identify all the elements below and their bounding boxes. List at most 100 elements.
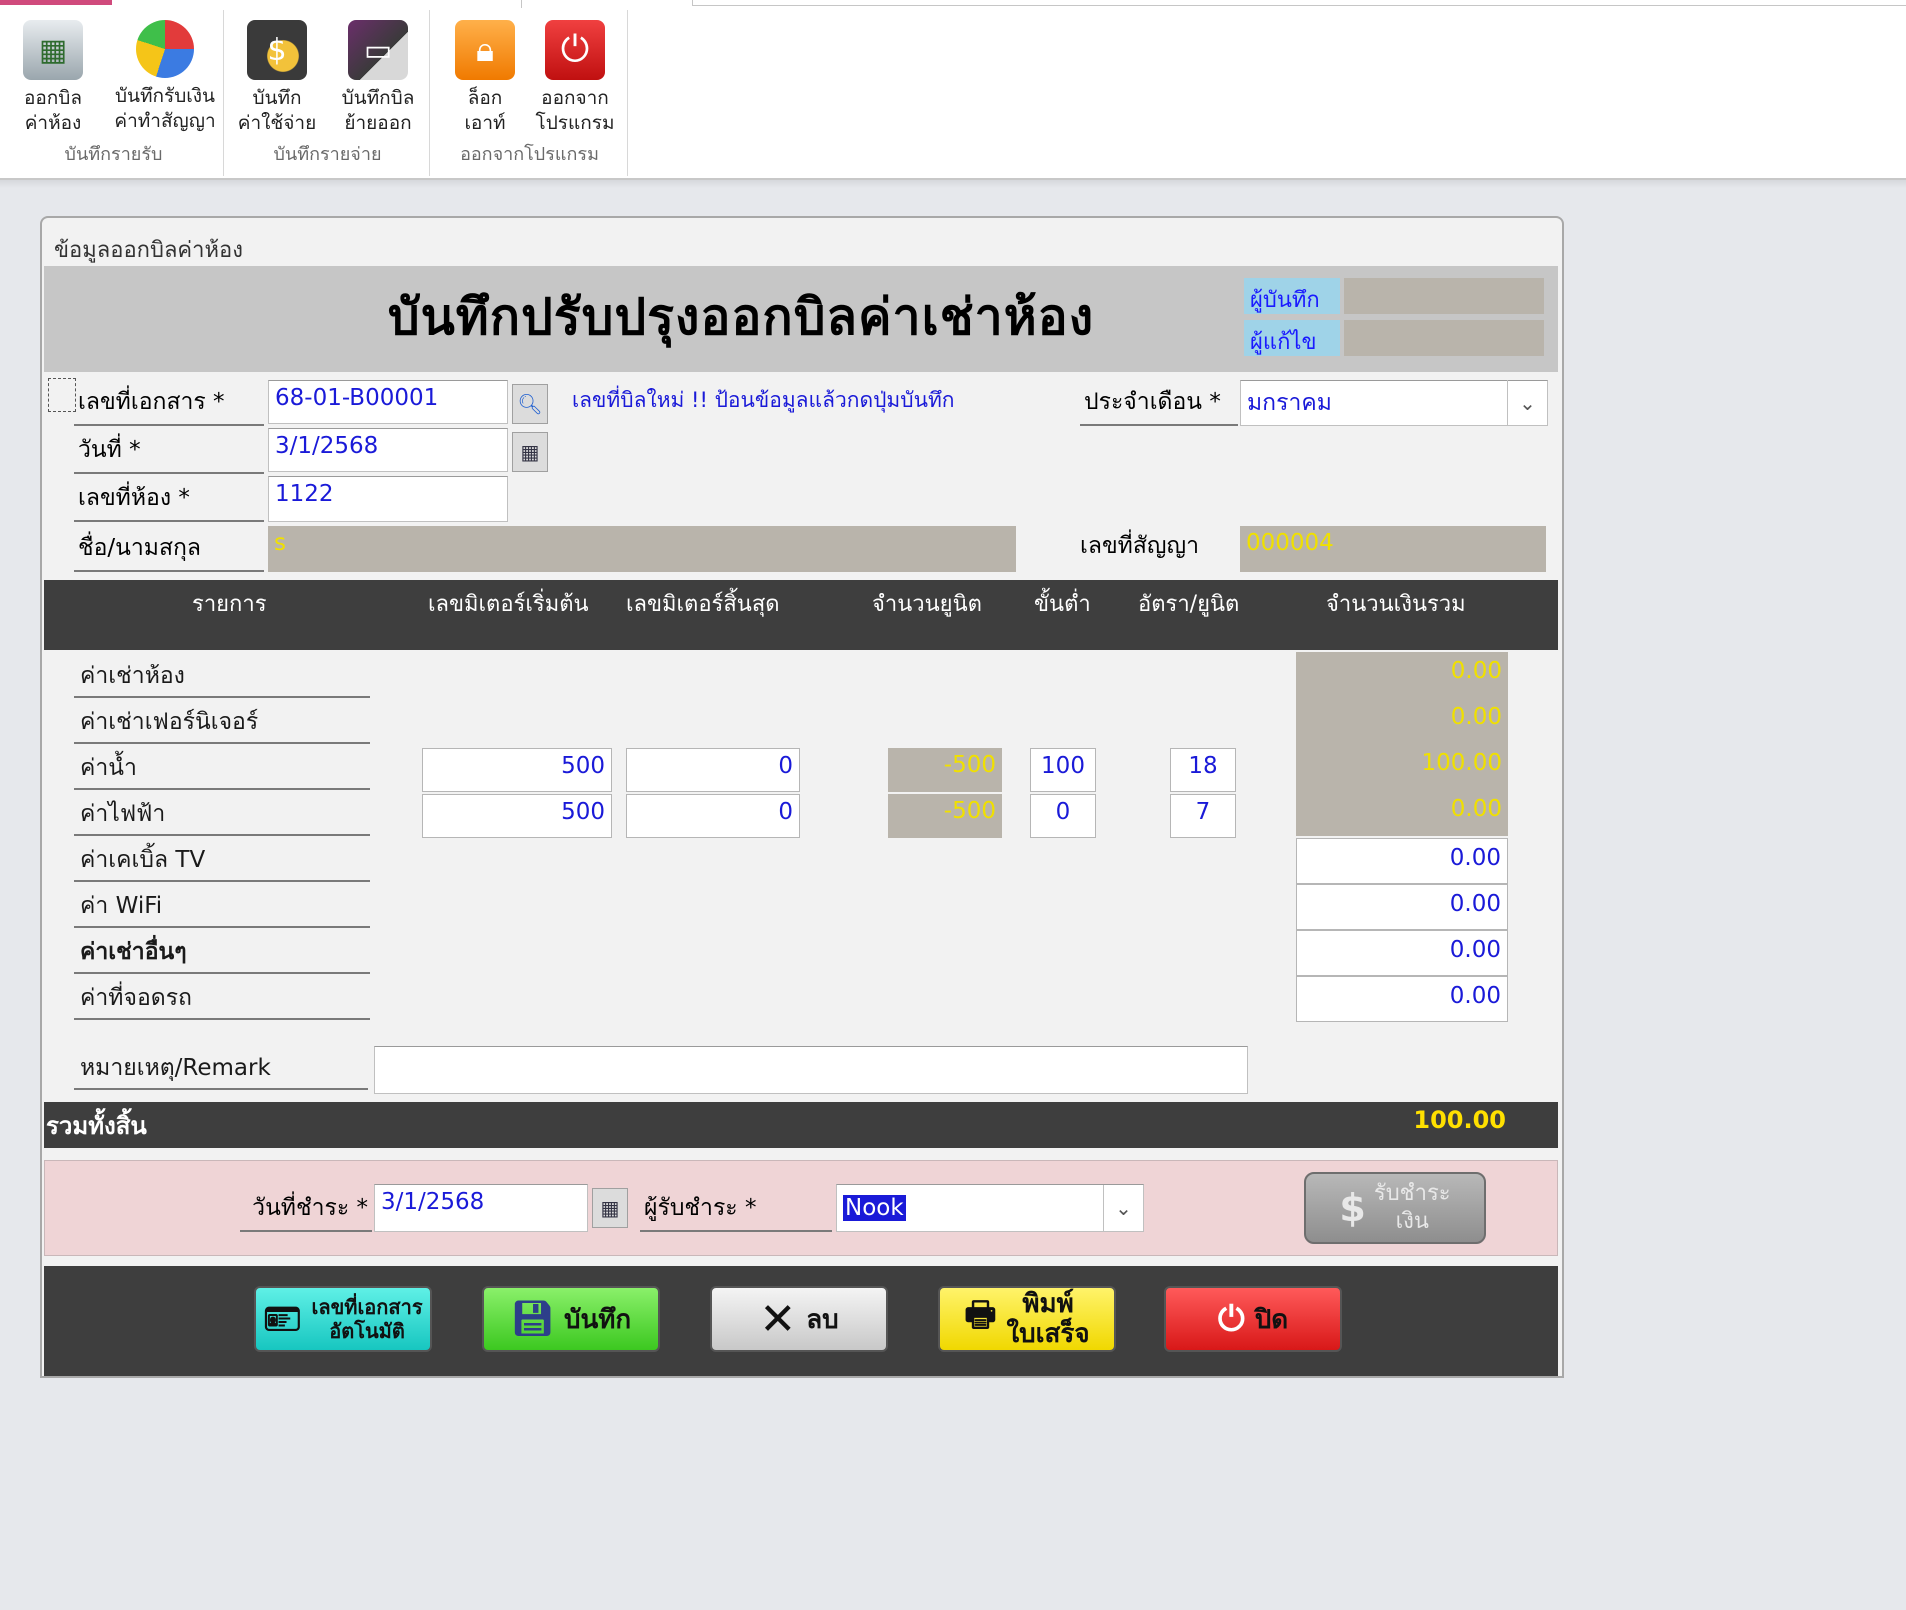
record-expense-button[interactable]: $ บันทึก ค่าใช้จ่าย: [232, 20, 322, 136]
total-furniture: 0.00: [1296, 698, 1508, 744]
contract-no-field: 000004: [1240, 526, 1546, 572]
total-water: 100.00: [1296, 744, 1508, 790]
room-input[interactable]: 1122: [268, 476, 508, 522]
ribbon-group-expense: $ บันทึก ค่าใช้จ่าย ▭ บันทึกบิล ย้ายออก …: [226, 10, 430, 176]
date-picker-button[interactable]: ▦: [512, 432, 548, 472]
ribbon-tab-strip: [692, 0, 1906, 6]
electric-meter-end-input[interactable]: 0: [626, 794, 800, 838]
room-label: เลขที่ห้อง *: [74, 476, 264, 522]
editor-value: [1344, 320, 1544, 356]
card-reader-icon: ▭: [348, 20, 408, 80]
record-selector[interactable]: [48, 378, 76, 412]
auto-doc-number-button[interactable]: 🪪︎ เลขที่เอกสาร อัตโนมัติ: [254, 1286, 432, 1352]
electric-rate-input[interactable]: 7: [1170, 794, 1236, 838]
electric-minimum-input[interactable]: 0: [1030, 794, 1096, 838]
tenant-name-field: s: [268, 526, 1016, 572]
logout-button[interactable]: 🔒︎ ล็อก เอาท์: [440, 20, 530, 136]
grid-header-rate: อัตรา/ยูนิต: [1138, 592, 1240, 617]
file-tab-accent[interactable]: [0, 0, 112, 5]
power-icon: ⏻: [1217, 1299, 1245, 1339]
close-button[interactable]: ⏻ ปิด: [1164, 1286, 1342, 1352]
month-select-value: มกราคม: [1247, 390, 1332, 416]
electric-units-field: -500: [888, 794, 1002, 838]
exit-program-button[interactable]: ⏻ ออกจาก โปรแกรม: [530, 20, 620, 136]
cash-register-icon: 🖶︎: [964, 1294, 997, 1335]
recorder-value: [1344, 278, 1544, 314]
row-label-cable-tv: ค่าเคเบิ้ล TV: [74, 840, 370, 882]
water-meter-end-input[interactable]: 0: [626, 748, 800, 792]
grid-header-units: จำนวนยูนิต: [872, 592, 982, 617]
chevron-down-icon[interactable]: ⌄: [1507, 380, 1547, 426]
total-cable-tv-input[interactable]: 0.00: [1296, 838, 1508, 884]
remark-label: หมายเหตุ/Remark: [74, 1048, 368, 1090]
save-button[interactable]: 💾︎ บันทึก: [482, 1286, 660, 1352]
electric-meter-start-input[interactable]: 500: [422, 794, 612, 838]
name-label: ชื่อ/นามสกุล: [74, 526, 264, 572]
month-label: ประจำเดือน *: [1080, 380, 1238, 426]
form-caption: ข้อมูลออกบิลค่าห้อง: [54, 238, 243, 263]
date-label: วันที่ *: [74, 428, 264, 474]
new-bill-note: เลขที่บิลใหม่ !! ป้อนข้อมูลแล้วกดปุ่มบัน…: [572, 388, 955, 412]
summary-bar: [44, 1102, 1558, 1148]
row-label-parking: ค่าที่จอดรถ: [74, 978, 370, 1020]
doc-no-input[interactable]: 68-01-B00001: [268, 380, 508, 424]
total-room-rent: 0.00: [1296, 652, 1508, 698]
row-label-room-rent: ค่าเช่าห้อง: [74, 656, 370, 698]
row-label-wifi: ค่า WiFi: [74, 886, 370, 928]
power-icon: ⏻: [545, 20, 605, 80]
calendar-icon: ▦: [520, 440, 540, 464]
payment-date-picker-button[interactable]: ▦: [592, 1188, 628, 1228]
doc-no-label: เลขที่เอกสาร *: [74, 380, 264, 426]
grid-header-total: จำนวนเงินรวม: [1326, 592, 1466, 617]
payment-date-label: วันที่ชำระ *: [240, 1186, 372, 1232]
close-icon: ✕: [759, 1293, 797, 1345]
pie-chart-icon: [136, 20, 194, 78]
editor-label: ผู้แก้ไข: [1244, 320, 1340, 356]
calendar-icon: ▦: [600, 1196, 620, 1220]
search-doc-button[interactable]: 🔍︎: [512, 384, 548, 424]
record-contract-payment-button[interactable]: บันทึกรับเงิน ค่าทำสัญญา: [110, 20, 220, 134]
chevron-down-icon[interactable]: ⌄: [1103, 1185, 1143, 1231]
issue-room-bill-button[interactable]: ▦ ออกบิล ค่าห้อง: [8, 20, 98, 136]
ribbon-shadow: [0, 180, 1906, 188]
receiver-label: ผู้รับชำระ *: [640, 1186, 832, 1232]
month-select[interactable]: มกราคม ⌄: [1240, 380, 1548, 426]
payment-date-input[interactable]: 3/1/2568: [374, 1184, 588, 1232]
ribbon-group-label-income: บันทึกรายรับ: [64, 144, 163, 165]
grand-total-label: รวมทั้งสิ้น: [46, 1112, 147, 1140]
print-receipt-button[interactable]: 🖶︎ พิมพ์ ใบเสร็จ: [938, 1286, 1116, 1352]
receive-payment-button[interactable]: $ รับชำระ เงิน: [1304, 1172, 1486, 1244]
ribbon-group-label-expense: บันทึกรายจ่าย: [273, 144, 382, 165]
water-minimum-input[interactable]: 100: [1030, 748, 1096, 792]
receiver-select[interactable]: Nook ⌄: [836, 1184, 1144, 1232]
water-rate-input[interactable]: 18: [1170, 748, 1236, 792]
row-label-other: ค่าเช่าอื่นๆ: [74, 932, 370, 974]
record-moveout-bill-button[interactable]: ▭ บันทึกบิล ย้ายออก: [330, 20, 426, 136]
grid-header-meter-end: เลขมิเตอร์สิ้นสุด: [626, 592, 780, 617]
active-ribbon-tab[interactable]: [112, 0, 522, 8]
row-label-furniture: ค่าเช่าเฟอร์นิเจอร์: [74, 702, 370, 744]
remark-input[interactable]: [374, 1046, 1248, 1094]
ribbon-group-income: ▦ ออกบิล ค่าห้อง บันทึกรับเงิน ค่าทำสัญญ…: [4, 10, 224, 176]
row-label-electricity: ค่าไฟฟ้า: [74, 794, 370, 836]
grid-header-minimum: ขั้นต่ำ: [1034, 592, 1091, 617]
delete-button[interactable]: ✕ ลบ: [710, 1286, 888, 1352]
total-parking-input[interactable]: 0.00: [1296, 976, 1508, 1022]
row-label-water: ค่าน้ำ: [74, 748, 370, 790]
id-card-icon: 🪪︎: [263, 1301, 302, 1337]
lock-icon: 🔒︎: [455, 20, 515, 80]
total-wifi-input[interactable]: 0.00: [1296, 884, 1508, 930]
money-hand-icon: $: [1339, 1186, 1366, 1230]
recorder-label: ผู้บันทึก: [1244, 278, 1340, 314]
date-input[interactable]: 3/1/2568: [268, 428, 508, 472]
bill-calculator-icon: ▦: [23, 20, 83, 80]
wallet-coin-icon: $: [247, 20, 307, 80]
ribbon-group-label-exit: ออกจากโปรแกรม: [460, 144, 599, 165]
grid-header-item: รายการ: [192, 592, 267, 617]
water-meter-start-input[interactable]: 500: [422, 748, 612, 792]
search-icon: 🔍︎: [517, 392, 543, 416]
contract-label: เลขที่สัญญา: [1080, 533, 1199, 559]
total-other-input[interactable]: 0.00: [1296, 930, 1508, 976]
floppy-disk-icon: 💾︎: [510, 1299, 554, 1339]
ribbon-group-exit: 🔒︎ ล็อก เอาท์ ⏻ ออกจาก โปรแกรม ออกจากโปร…: [432, 10, 628, 176]
